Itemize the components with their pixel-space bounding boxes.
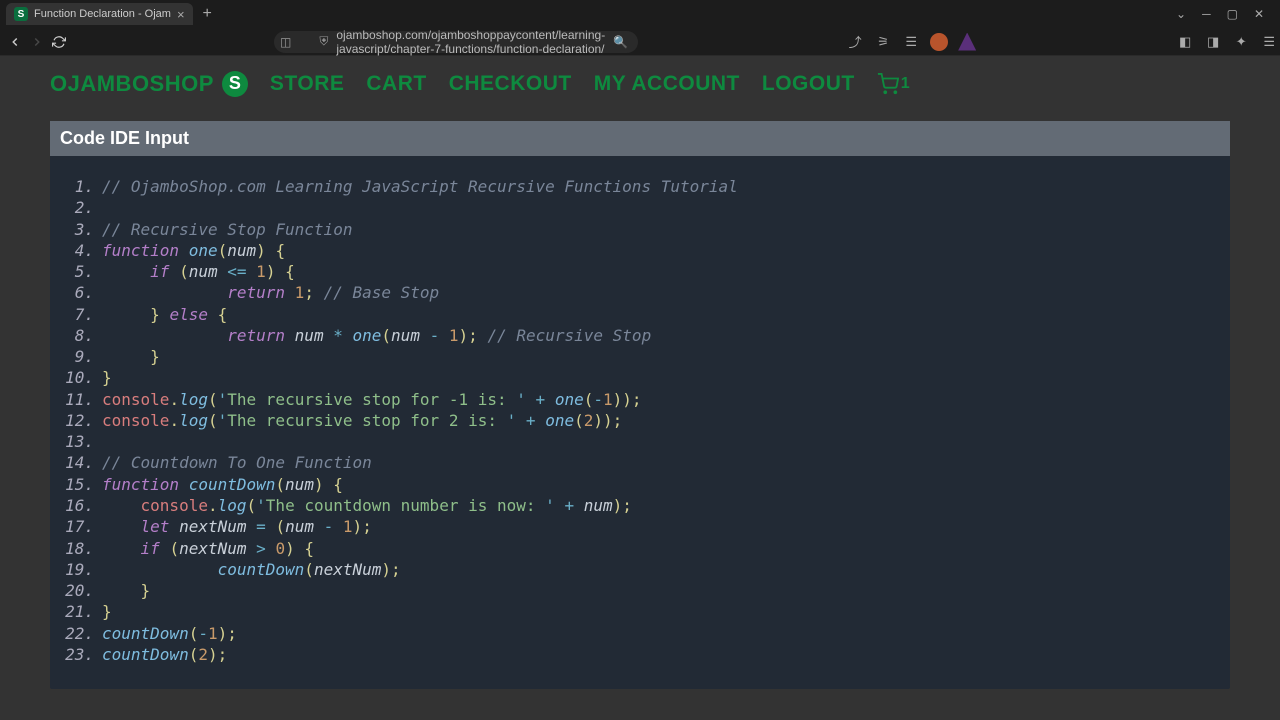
code-line: 19 countDown(nextNum); — [64, 559, 1216, 580]
cart-icon — [877, 73, 899, 95]
nav-bar: ◫ ⛨ ojamboshop.com/ojamboshoppaycontent/… — [0, 28, 1280, 56]
reader-icon[interactable]: ☰ — [902, 33, 920, 51]
code-line: 2 — [64, 197, 1216, 218]
code-line: 3// Recursive Stop Function — [64, 219, 1216, 240]
cart-count: 1 — [901, 75, 910, 93]
close-tab-icon[interactable]: × — [177, 7, 185, 22]
code-line: 13 — [64, 431, 1216, 452]
close-window-icon[interactable]: ✕ — [1254, 7, 1264, 21]
panel-icon[interactable]: ◧ — [1176, 33, 1194, 51]
code-line: 16 console.log('The countdown number is … — [64, 495, 1216, 516]
code-block: 1// OjamboShop.com Learning JavaScript R… — [50, 156, 1230, 689]
code-line: 15function countDown(num) { — [64, 474, 1216, 495]
ide-panel: Code IDE Input 1// OjamboShop.com Learni… — [50, 121, 1230, 689]
code-line: 11console.log('The recursive stop for -1… — [64, 389, 1216, 410]
ide-header: Code IDE Input — [50, 121, 1230, 156]
rss-icon[interactable]: ⚞ — [874, 33, 892, 51]
site-logo-icon[interactable]: S — [222, 71, 248, 97]
tab-bar: S Function Declaration - Ojam × + ⌄ ─ ▢ … — [0, 0, 1280, 28]
nav-account[interactable]: MY ACCOUNT — [594, 72, 740, 96]
nav-cart[interactable]: CART — [366, 72, 426, 96]
url-text: ojamboshop.com/ojamboshoppaycontent/lear… — [336, 28, 605, 56]
nav-store[interactable]: STORE — [270, 72, 344, 96]
code-line: 18 if (nextNum > 0) { — [64, 538, 1216, 559]
toolbar-right: ⤴ ⚞ ☰ ◧ ◨ ✦ ☰ — [846, 33, 1280, 51]
nav-checkout[interactable]: CHECKOUT — [449, 72, 572, 96]
code-line: 23countDown(2); — [64, 644, 1216, 665]
code-line: 17 let nextNum = (num - 1); — [64, 516, 1216, 537]
share-icon[interactable]: ⤴ — [846, 33, 864, 51]
code-line: 10} — [64, 367, 1216, 388]
back-button[interactable] — [8, 32, 22, 52]
browser-tab[interactable]: S Function Declaration - Ojam × — [6, 3, 193, 25]
code-line: 1// OjamboShop.com Learning JavaScript R… — [64, 176, 1216, 197]
sidebar-icon[interactable]: ◨ — [1204, 33, 1222, 51]
cart-button[interactable]: 1 — [877, 73, 910, 95]
lock-icon[interactable]: ⛨ — [319, 34, 328, 49]
maximize-icon[interactable]: ▢ — [1227, 7, 1238, 21]
minimize-icon[interactable]: ─ — [1202, 7, 1211, 21]
code-line: 5 if (num <= 1) { — [64, 261, 1216, 282]
code-line: 12console.log('The recursive stop for 2 … — [64, 410, 1216, 431]
menu-icon[interactable]: ☰ — [1260, 33, 1278, 51]
chevron-down-icon[interactable]: ⌄ — [1176, 7, 1186, 21]
new-tab-button[interactable]: + — [193, 5, 222, 23]
nav-logout[interactable]: LOGOUT — [762, 72, 855, 96]
url-bar[interactable]: ◫ ⛨ ojamboshop.com/ojamboshoppaycontent/… — [274, 31, 638, 53]
site-header: OJAMBOSHOP S STORE CART CHECKOUT MY ACCO… — [0, 56, 1280, 111]
site-logo-text[interactable]: OJAMBOSHOP — [50, 71, 214, 97]
code-line: 9 } — [64, 346, 1216, 367]
code-line: 7 } else { — [64, 304, 1216, 325]
content-wrap: Code IDE Input 1// OjamboShop.com Learni… — [0, 111, 1280, 719]
browser-chrome: S Function Declaration - Ojam × + ⌄ ─ ▢ … — [0, 0, 1280, 56]
favicon-icon: S — [14, 7, 28, 21]
extension-shield-icon[interactable] — [930, 33, 948, 51]
code-line: 22countDown(-1); — [64, 623, 1216, 644]
code-line: 20 } — [64, 580, 1216, 601]
sparkle-icon[interactable]: ✦ — [1232, 33, 1250, 51]
code-line: 4function one(num) { — [64, 240, 1216, 261]
page-content: OJAMBOSHOP S STORE CART CHECKOUT MY ACCO… — [0, 56, 1280, 720]
extension-triangle-icon[interactable] — [958, 33, 976, 51]
zoom-icon[interactable]: 🔍 — [613, 35, 628, 49]
tab-title: Function Declaration - Ojam — [34, 8, 171, 20]
code-line: 8 return num * one(num - 1); // Recursiv… — [64, 325, 1216, 346]
code-line: 21} — [64, 601, 1216, 622]
bookmark-icon[interactable]: ◫ — [280, 35, 291, 49]
code-line: 6 return 1; // Base Stop — [64, 282, 1216, 303]
code-line: 14// Countdown To One Function — [64, 452, 1216, 473]
reload-button[interactable] — [52, 32, 66, 52]
forward-button[interactable] — [30, 32, 44, 52]
window-controls: ⌄ ─ ▢ ✕ — [1176, 7, 1274, 21]
